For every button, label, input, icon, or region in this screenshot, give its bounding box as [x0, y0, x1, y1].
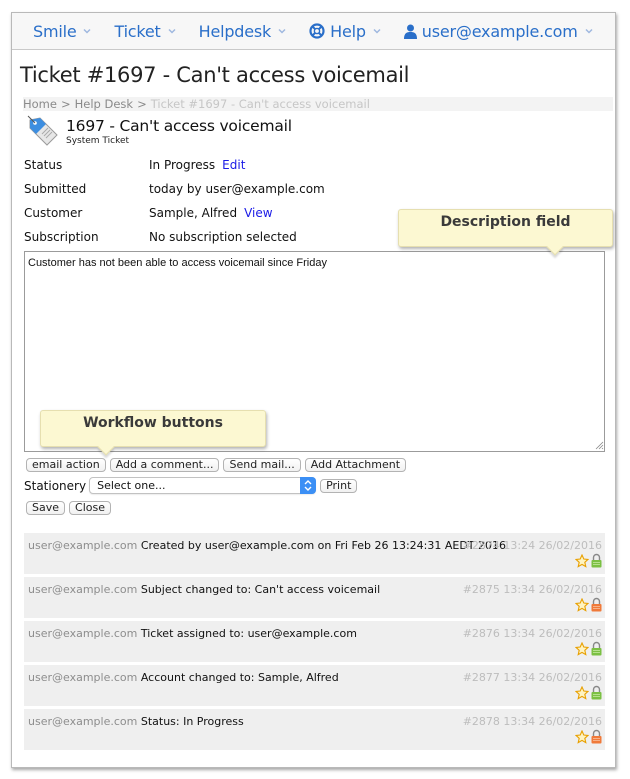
chevron-down-icon [373, 28, 381, 34]
history-meta: #2877 13:34 26/02/2016 [462, 671, 602, 684]
property-customer: Customer Sample, Alfred View [24, 201, 325, 225]
print-button[interactable]: Print [320, 478, 358, 493]
history-message: Account changed to: Sample, Alfred [140, 671, 339, 684]
history-message: Ticket assigned to: user@example.com [140, 627, 357, 640]
ticket-properties: Status In Progress Edit Submitted today … [24, 153, 325, 249]
lifebuoy-icon [309, 23, 325, 39]
star-icon[interactable] [575, 553, 589, 568]
nav-help[interactable]: Help [309, 22, 382, 41]
add-comment-button[interactable]: Add a comment... [109, 458, 220, 472]
email-action-button[interactable]: email action [26, 458, 106, 472]
property-subscription: Subscription No subscription selected [24, 225, 325, 249]
property-value: No subscription selected [149, 230, 297, 244]
nav-label: Smile [33, 21, 77, 41]
property-value: today by user@example.com [149, 182, 325, 196]
chevron-down-icon [585, 28, 593, 34]
history-item: user@example.com Subject changed to: Can… [24, 577, 605, 618]
property-value: In Progress [149, 158, 216, 172]
star-icon[interactable] [575, 685, 589, 700]
history-message: Created by user@example.com on Fri Feb 2… [140, 539, 507, 552]
nav-helpdesk[interactable]: Helpdesk [199, 22, 287, 41]
history-user: user@example.com [28, 671, 138, 684]
user-icon [403, 24, 417, 39]
breadcrumb: Home > Help Desk > Ticket #1697 - Can't acce… [23, 97, 613, 111]
stationery-row: Stationery Select one... Print [24, 477, 361, 494]
app-window: Smile Ticket Helpdesk Help user@example.… [11, 12, 616, 768]
property-label: Customer [24, 206, 83, 220]
property-label: Status [24, 158, 63, 172]
nav-label: user@example.com [421, 21, 578, 41]
callout-pointer [97, 438, 115, 456]
tag-icon [27, 115, 58, 146]
lock-locked-icon[interactable] [591, 685, 602, 700]
history-user: user@example.com [28, 583, 138, 596]
callout-text: Description field [440, 214, 571, 230]
history-meta: #2878 13:34 26/02/2016 [462, 715, 602, 728]
property-submitted: Submitted today by user@example.com [24, 177, 325, 201]
ticket-header: 1697 - Can't access voicemail System Tic… [26, 114, 292, 148]
ticket-history: user@example.com Created by user@example… [24, 533, 605, 753]
stationery-label: Stationery [24, 478, 87, 493]
lock-locked-icon[interactable] [591, 553, 602, 568]
close-button[interactable]: Close [69, 501, 111, 515]
nav-label: Help [330, 21, 366, 41]
workflow-buttons: email action Add a comment... Send mail.… [26, 458, 410, 472]
breadcrumb-help-desk[interactable]: Help Desk [75, 97, 133, 111]
star-icon[interactable] [575, 597, 589, 612]
workflow-callout: Workflow buttons [40, 410, 266, 456]
callout-text: Workflow buttons [83, 415, 223, 431]
history-message: Status: In Progress [140, 715, 244, 728]
chevron-down-icon [278, 28, 286, 34]
star-icon[interactable] [575, 729, 589, 744]
nav-smile[interactable]: Smile [33, 22, 92, 41]
nav-label: Ticket [114, 21, 161, 41]
property-status: Status In Progress Edit [24, 153, 325, 177]
nav-ticket[interactable]: Ticket [114, 22, 176, 41]
breadcrumb-separator: > [137, 97, 147, 111]
page-title: Ticket #1697 - Can't access voicemail [20, 63, 410, 87]
history-meta: #2875 13:34 26/02/2016 [462, 583, 602, 596]
select-value: Select one... [97, 479, 166, 492]
history-message: Subject changed to: Can't access voicema… [140, 583, 381, 596]
view-customer-link[interactable]: View [244, 206, 272, 220]
resize-grip-icon[interactable] [595, 441, 604, 450]
history-item: user@example.com Status: In Progress #28… [24, 709, 605, 750]
nav-user-menu[interactable]: user@example.com [403, 21, 594, 41]
ticket-heading: 1697 - Can't access voicemail [66, 117, 292, 135]
chevron-down-icon [83, 28, 92, 34]
breadcrumb-current: Ticket #1697 - Can't access voicemail [150, 97, 370, 111]
property-label: Submitted [24, 182, 87, 196]
ticket-type: System Ticket [66, 136, 130, 146]
send-mail-button[interactable]: Send mail... [223, 458, 301, 472]
edit-status-link[interactable]: Edit [222, 158, 245, 172]
history-user: user@example.com [28, 627, 138, 640]
lock-unlocked-icon[interactable] [591, 729, 602, 744]
history-meta: #2874 13:24 26/02/2016 [462, 539, 602, 552]
stationery-select[interactable]: Select one... [89, 477, 317, 494]
save-button[interactable]: Save [26, 501, 66, 515]
star-icon[interactable] [575, 641, 589, 656]
top-nav: Smile Ticket Helpdesk Help user@example.… [12, 13, 615, 50]
lock-locked-icon[interactable] [591, 641, 602, 656]
breadcrumb-home[interactable]: Home [23, 97, 57, 111]
description-callout: Description field [398, 209, 613, 256]
history-item: user@example.com Ticket assigned to: use… [24, 621, 605, 662]
add-attachment-button[interactable]: Add Attachment [304, 458, 407, 472]
chevron-down-icon [168, 28, 176, 34]
breadcrumb-separator: > [60, 97, 71, 111]
history-item: user@example.com Account changed to: Sam… [24, 665, 605, 706]
select-arrows-icon [300, 477, 317, 494]
nav-label: Helpdesk [198, 21, 272, 41]
property-label: Subscription [24, 230, 99, 244]
property-value: Sample, Alfred [149, 206, 238, 220]
lock-unlocked-icon[interactable] [591, 597, 602, 612]
history-meta: #2876 13:34 26/02/2016 [462, 627, 602, 640]
history-user: user@example.com [28, 715, 138, 728]
form-actions: Save Close [26, 501, 115, 515]
history-item: user@example.com Created by user@example… [24, 533, 605, 574]
history-user: user@example.com [28, 539, 138, 552]
